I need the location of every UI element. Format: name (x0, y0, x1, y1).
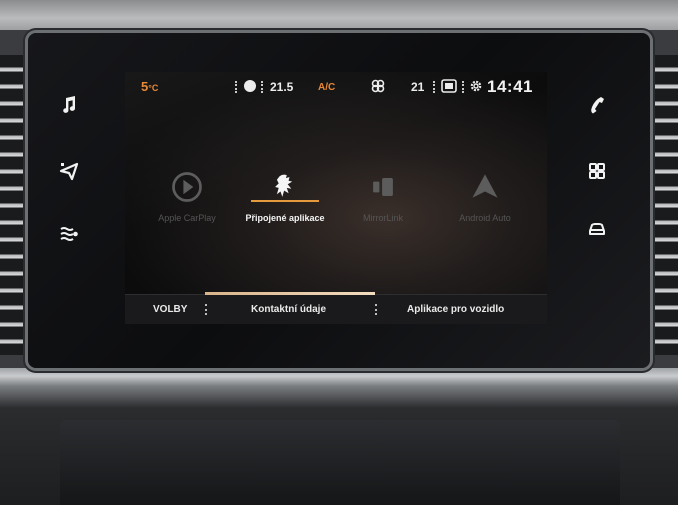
status-separator (261, 81, 265, 93)
mirrorlink-icon (363, 167, 403, 207)
seat-heating-icon (244, 80, 256, 92)
contact-details-tab[interactable]: Kontaktní údaje (251, 304, 326, 315)
app-label: Připojené aplikace (245, 213, 325, 223)
status-separator (235, 81, 239, 93)
ac-status[interactable]: A/C (318, 82, 335, 93)
app-apple-carplay[interactable]: Apple CarPlay (139, 167, 235, 235)
bottom-separator (375, 304, 377, 315)
carplay-play-icon (167, 167, 207, 207)
media-button[interactable] (55, 91, 83, 119)
car-icon (589, 223, 605, 235)
connected-apps-row: Apple CarPlay Připojené aplikace MirrorL… (125, 167, 547, 237)
app-label: MirrorLink (362, 213, 403, 223)
vehicle-button[interactable] (583, 215, 611, 243)
app-android-auto[interactable]: Android Auto (437, 167, 533, 235)
outside-temperature: 5°C (141, 79, 158, 94)
fan-icon[interactable] (371, 79, 385, 93)
app-label: Apple CarPlay (158, 213, 216, 223)
app-mirrorlink[interactable]: MirrorLink (335, 167, 431, 235)
climate-icon (60, 227, 78, 241)
music-note-icon (63, 96, 76, 113)
status-separator (433, 81, 437, 93)
dashboard-top-trim (0, 0, 678, 30)
center-console (60, 420, 620, 505)
apps-button[interactable] (583, 157, 611, 185)
right-air-vent (648, 55, 678, 355)
page-indicator-bar (205, 292, 375, 295)
status-separator (462, 81, 466, 93)
driver-temperature[interactable]: 21.5 (270, 80, 293, 94)
android-auto-icon (465, 167, 505, 207)
bottom-separator (205, 304, 207, 315)
bottom-bar: VOLBY Kontaktní údaje Aplikace pro vozid… (125, 292, 547, 324)
active-app-indicator (251, 200, 319, 202)
navigation-button[interactable] (55, 157, 83, 185)
app-label: Android Auto (459, 213, 511, 223)
phone-button[interactable] (583, 91, 611, 119)
status-bar: 5°C 21.5 A/C 21 14:41 (125, 72, 547, 102)
vehicle-apps-tab[interactable]: Aplikace pro vozidlo (407, 304, 504, 315)
screen-mirror-icon (441, 79, 457, 93)
phone-icon (591, 97, 604, 114)
navigation-icon (59, 162, 79, 181)
clock: 14:41 (487, 77, 533, 96)
touchscreen: 5°C 21.5 A/C 21 14:41 Apple CarPlay Přip… (125, 72, 547, 324)
outside-temp-unit: °C (148, 83, 159, 93)
app-connected-apps[interactable]: Připojené aplikace (237, 167, 333, 235)
options-button[interactable]: VOLBY (153, 304, 187, 315)
passenger-temperature[interactable]: 21 (411, 80, 424, 94)
settings-gear-icon[interactable] (469, 79, 483, 93)
left-air-vent (0, 55, 30, 355)
climate-button[interactable] (55, 219, 83, 247)
apps-grid-icon (589, 163, 605, 179)
